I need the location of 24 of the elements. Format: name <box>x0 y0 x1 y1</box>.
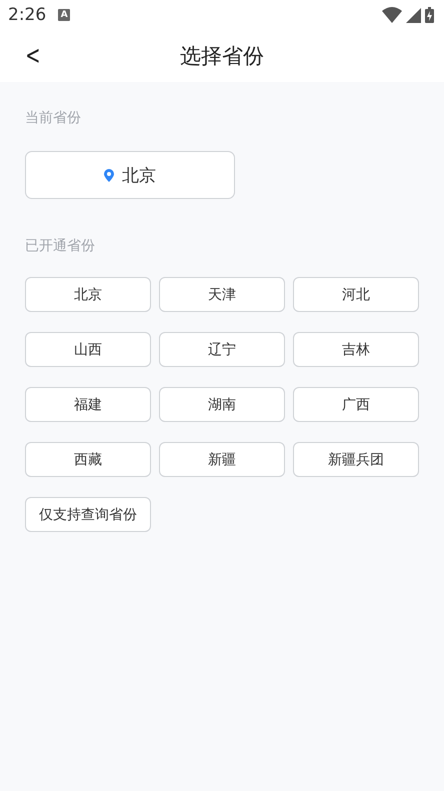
province-button[interactable]: 西藏 <box>25 442 151 477</box>
status-time: 2:26 <box>8 5 46 25</box>
wifi-icon <box>382 7 402 23</box>
province-button[interactable]: 山西 <box>25 332 151 367</box>
battery-icon <box>425 7 434 23</box>
province-button[interactable]: 新疆 <box>159 442 285 477</box>
current-province-button[interactable]: 北京 <box>25 151 235 199</box>
province-button[interactable]: 福建 <box>25 387 151 422</box>
province-button[interactable]: 湖南 <box>159 387 285 422</box>
province-button[interactable]: 广西 <box>293 387 419 422</box>
province-button[interactable]: 天津 <box>159 277 285 312</box>
province-button[interactable]: 新疆兵团 <box>293 442 419 477</box>
province-button[interactable]: 吉林 <box>293 332 419 367</box>
page-title: 选择省份 <box>180 43 264 70</box>
signal-icon <box>406 8 421 22</box>
back-button[interactable]: < <box>22 41 44 71</box>
province-button[interactable]: 河北 <box>293 277 419 312</box>
section-label: 已开通省份 <box>25 237 96 255</box>
section-label: 当前省份 <box>25 109 82 127</box>
province-button[interactable]: 辽宁 <box>159 332 285 367</box>
notification-badge: A <box>58 9 70 21</box>
support-filter-button[interactable]: 仅支持查询省份 <box>25 497 151 532</box>
province-button[interactable]: 北京 <box>25 277 151 312</box>
location-pin-icon <box>104 168 114 182</box>
